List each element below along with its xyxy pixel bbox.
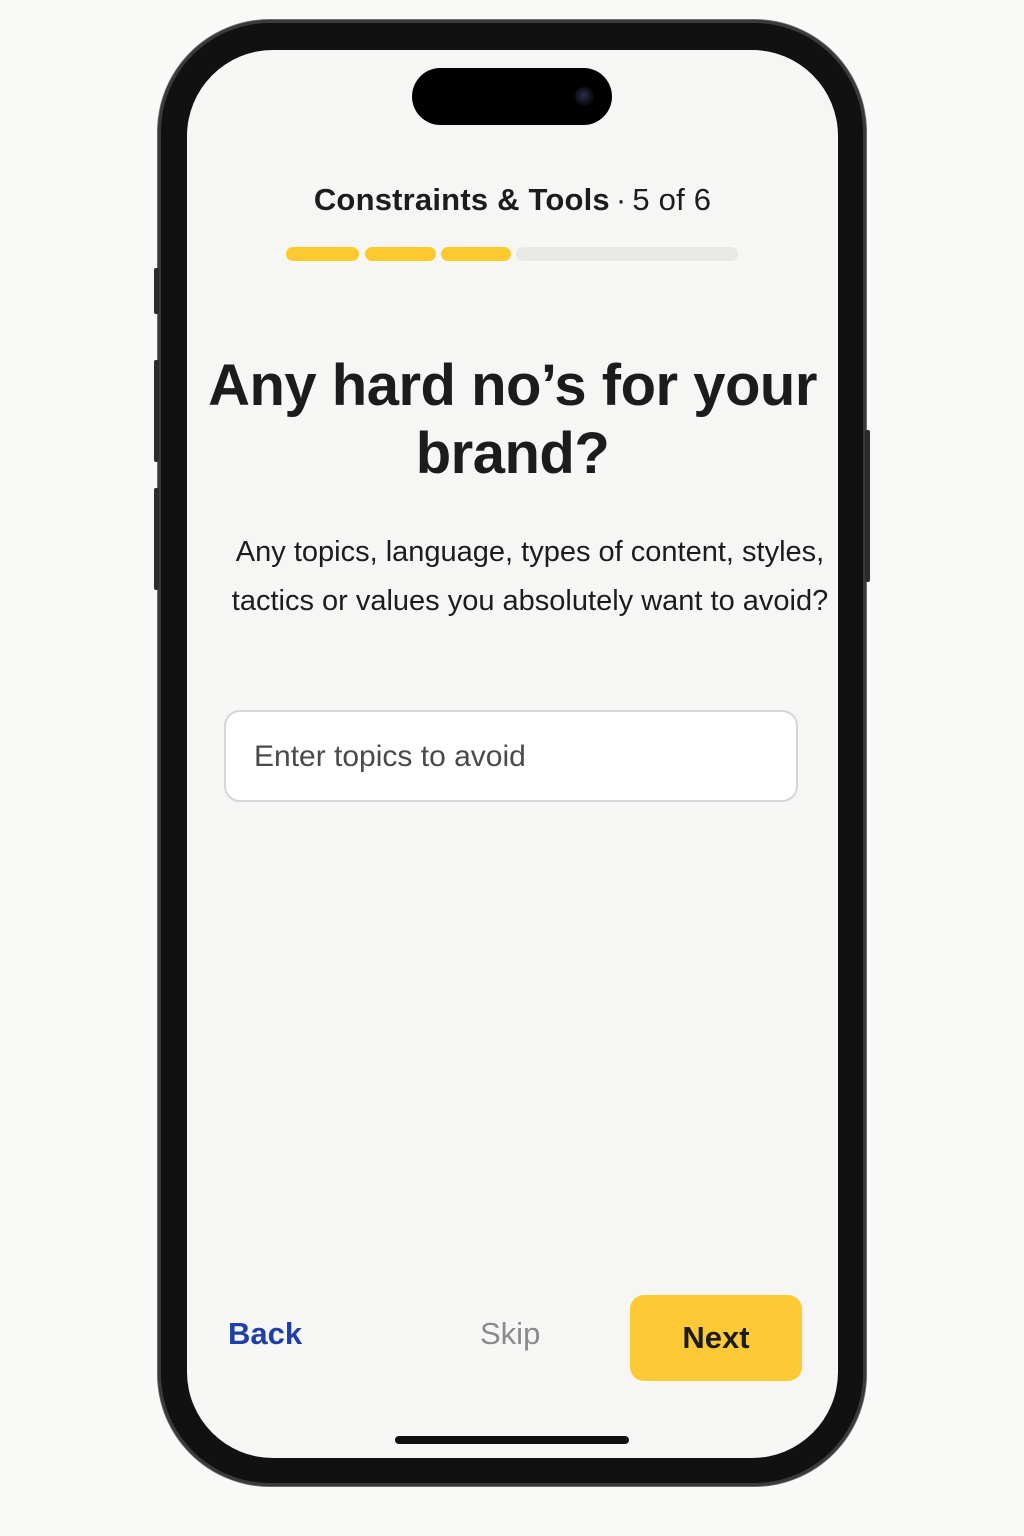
back-button[interactable]: Back bbox=[228, 1316, 302, 1352]
volume-up-button bbox=[154, 360, 159, 462]
device-mockup: Constraints & Tools · 5 of 6 Any hard no’s… bbox=[0, 0, 1024, 1536]
home-indicator[interactable] bbox=[395, 1436, 629, 1444]
page-title: Any hard no’s for your brand? bbox=[208, 353, 817, 486]
camera-icon bbox=[575, 87, 594, 106]
progress-bar bbox=[286, 247, 738, 261]
next-button[interactable]: Next bbox=[630, 1295, 802, 1381]
power-button bbox=[865, 430, 870, 582]
volume-down-button bbox=[154, 488, 159, 590]
step-header: Constraints & Tools · 5 of 6 bbox=[187, 182, 838, 218]
progress-segment-1 bbox=[286, 247, 359, 261]
action-button bbox=[154, 268, 159, 314]
avoid-topics-field[interactable] bbox=[224, 710, 798, 802]
step-counter: 5 of 6 bbox=[632, 182, 712, 217]
skip-button[interactable]: Skip bbox=[480, 1316, 540, 1352]
section-title: Constraints & Tools bbox=[313, 182, 610, 217]
dynamic-island bbox=[412, 68, 612, 125]
progress-segment-2 bbox=[365, 247, 436, 261]
question-description: Any topics, language, types of content, … bbox=[231, 536, 829, 617]
step-separator: · bbox=[615, 182, 627, 217]
progress-segment-3 bbox=[441, 247, 511, 261]
avoid-topics-input[interactable] bbox=[252, 712, 776, 802]
progress-remaining bbox=[516, 247, 738, 261]
